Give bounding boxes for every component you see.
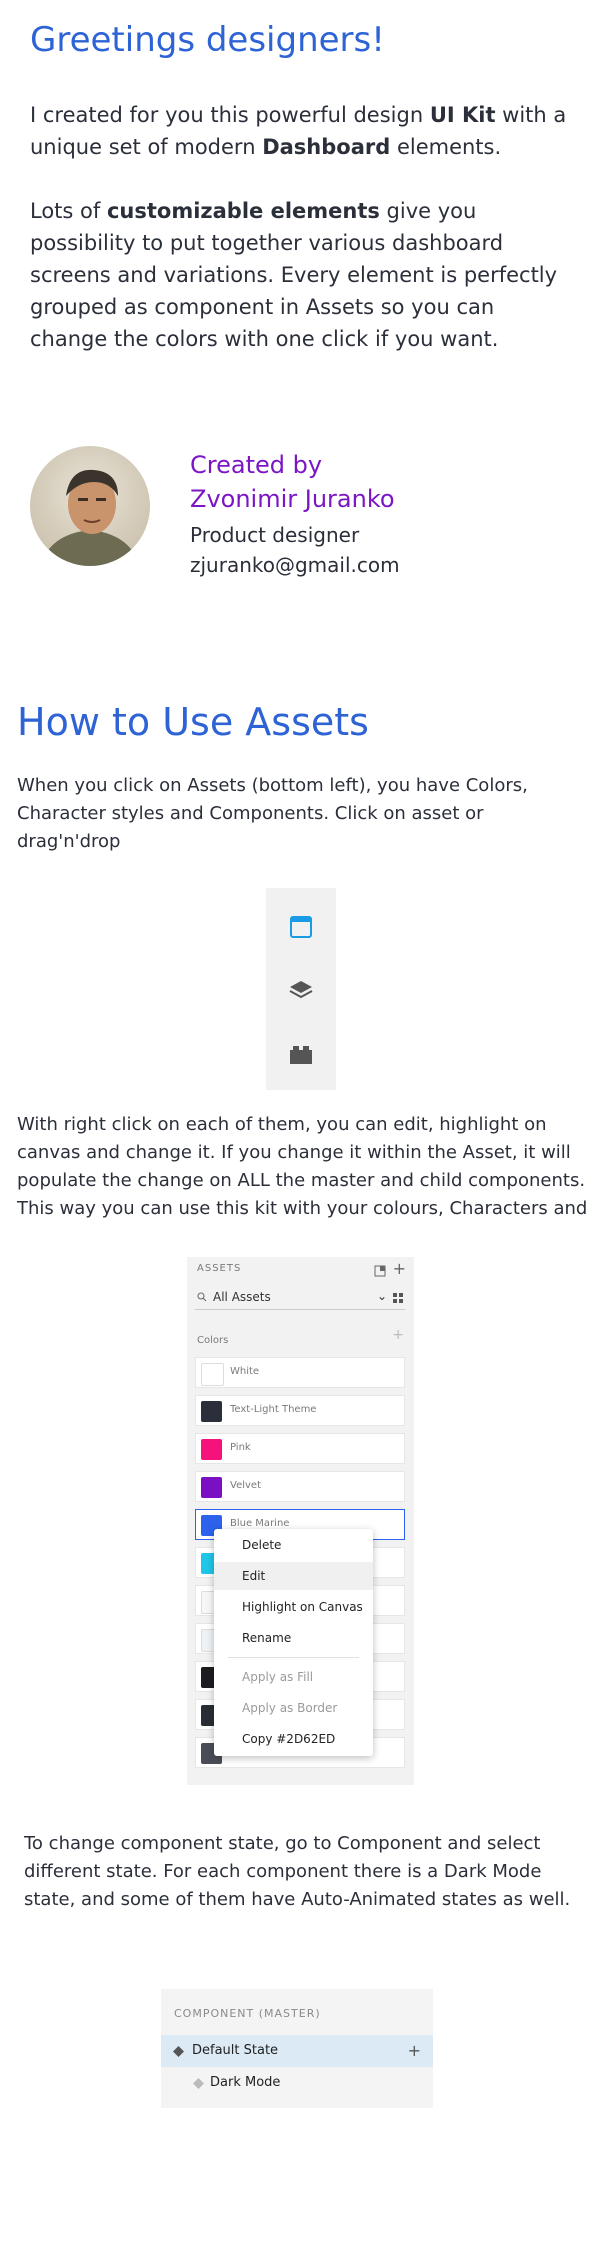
author-email[interactable]: zjuranko@gmail.com: [190, 550, 400, 580]
bold-text: Dashboard: [262, 135, 391, 159]
layers-icon[interactable]: [286, 975, 316, 1005]
author-block: Created by Zvonimir Juranko: [190, 448, 395, 516]
text: Lots of: [30, 199, 107, 223]
color-swatch: [201, 1363, 224, 1386]
component-panel: COMPONENT (MASTER) Default State + Dark …: [161, 1989, 433, 2108]
diamond-icon: [193, 2078, 204, 2089]
text: elements.: [390, 135, 502, 159]
state-label: Default State: [192, 2043, 279, 2058]
color-asset-label: Velvet: [230, 1480, 261, 1491]
created-by-label: Created by: [190, 451, 323, 479]
color-asset-item[interactable]: Text-Light Theme: [195, 1395, 405, 1426]
color-asset-item[interactable]: Velvet: [195, 1471, 405, 1502]
text: I created for you this powerful design: [30, 103, 430, 127]
color-asset-item[interactable]: Pink: [195, 1433, 405, 1464]
state-default[interactable]: Default State +: [161, 2035, 433, 2067]
context-menu-item[interactable]: Highlight on Canvas: [214, 1593, 373, 1621]
diamond-icon: [173, 2046, 184, 2057]
howto-text-3: To change component state, go to Compone…: [24, 1833, 571, 1910]
color-asset-item[interactable]: White: [195, 1357, 405, 1388]
assets-filter[interactable]: All Assets ⌄: [195, 1287, 405, 1310]
chevron-down-icon[interactable]: ⌄: [377, 1289, 387, 1303]
add-color-icon[interactable]: +: [392, 1327, 404, 1343]
context-menu: Delete Edit Highlight on Canvas Rename Apply…: [214, 1529, 373, 1756]
bold-text: customizable elements: [106, 199, 380, 223]
color-asset-label: Pink: [230, 1442, 251, 1453]
author-role: Product designer: [190, 523, 360, 547]
author-name: Zvonimir Juranko: [190, 485, 395, 513]
howto-text-2: With right click on each of them, you ca…: [17, 1114, 588, 1219]
context-menu-item[interactable]: Delete: [214, 1531, 373, 1559]
colors-section-label: Colors: [197, 1335, 229, 1346]
add-icon[interactable]: +: [393, 1259, 406, 1278]
author-details: Product designer zjuranko@gmail.com: [190, 520, 400, 580]
assets-header: ASSETS: [197, 1263, 242, 1274]
color-asset-label: White: [230, 1366, 260, 1377]
filter-label: All Assets: [213, 1290, 271, 1304]
color-asset-label: Blue Marine: [230, 1518, 290, 1529]
state-label: Dark Mode: [210, 2075, 281, 2090]
context-menu-item[interactable]: Rename: [214, 1624, 373, 1652]
state-dark-mode[interactable]: Dark Mode: [161, 2067, 433, 2099]
context-menu-item: Apply as Border: [242, 1701, 338, 1715]
grid-view-icon: [393, 1293, 403, 1303]
greeting-title: Greetings designers!: [30, 20, 385, 60]
context-menu-item[interactable]: Copy #2D62ED: [214, 1725, 373, 1753]
context-menu-item[interactable]: Edit: [214, 1562, 373, 1590]
color-asset-label: Text-Light Theme: [230, 1404, 317, 1415]
howto-text-1: When you click on Assets (bottom left), …: [17, 775, 528, 852]
avatar: [30, 446, 150, 566]
menu-divider: [228, 1657, 359, 1658]
artboard-icon[interactable]: [286, 912, 316, 942]
context-menu-item: Apply as Fill: [242, 1670, 314, 1684]
color-swatch: [201, 1401, 222, 1422]
howto-title: How to Use Assets: [17, 700, 369, 744]
bold-text: UI Kit: [429, 103, 496, 127]
color-swatch: [201, 1477, 222, 1498]
assets-icon[interactable]: [286, 1040, 316, 1070]
assets-toolbar: [266, 888, 336, 1090]
add-state-icon[interactable]: +: [408, 2035, 421, 2067]
search-icon: [197, 1292, 207, 1302]
color-swatch: [201, 1439, 222, 1460]
component-header: COMPONENT (MASTER): [174, 2007, 321, 2020]
intro-paragraph-2: Lots of customizable elements give you p…: [30, 195, 575, 355]
open-library-icon[interactable]: [374, 1262, 386, 1281]
intro-paragraph-1: I created for you this powerful design U…: [30, 99, 575, 163]
